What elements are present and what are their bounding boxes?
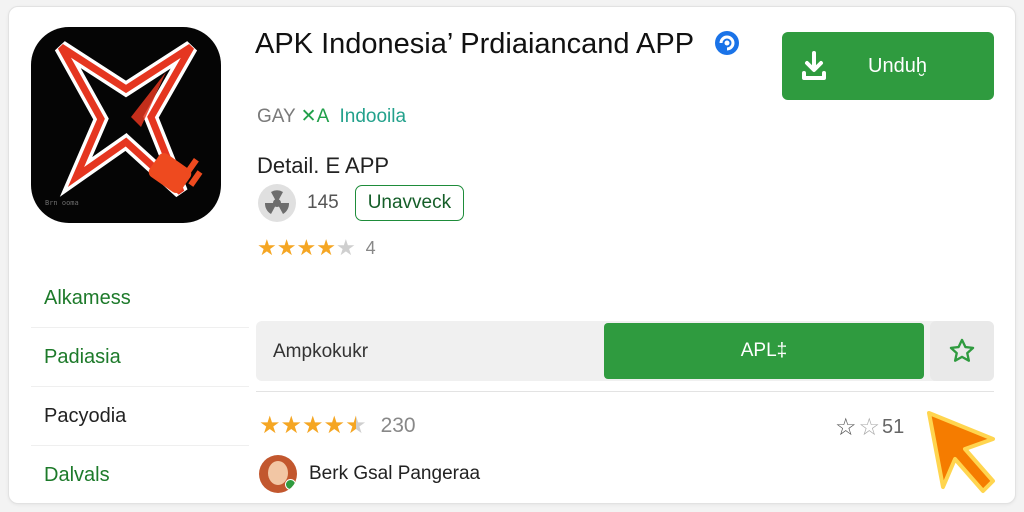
developer-link[interactable]: Indooila: [339, 106, 406, 127]
reviewer-name: Berk Gsal Pangeraa: [309, 463, 481, 484]
star-icon: ★: [323, 412, 346, 439]
sidebar-item-pacyodia[interactable]: Pacyodia: [31, 387, 249, 446]
review-count: 230: [380, 413, 416, 437]
sidebar-item-padiasia[interactable]: Padiasia: [31, 328, 249, 387]
download-button-label: Unduḫ: [868, 54, 927, 77]
star-icon: ★: [257, 235, 277, 260]
app-title: APK Indonesia’ Prdiaiancand APP: [255, 27, 755, 61]
app-logo: Brn ooma: [31, 27, 221, 223]
star-outline-icon[interactable]: ☆: [859, 413, 881, 442]
download-button[interactable]: Unduḫ: [782, 32, 994, 100]
review-rating: ★ ★ ★ ★ ★ 230: [259, 411, 416, 440]
search-input[interactable]: Ampkokukr: [273, 341, 368, 363]
online-dot: [285, 479, 296, 490]
sidebar-item-dalvals[interactable]: Dalvals: [31, 446, 249, 504]
reviewer: Berk Gsal Pangeraa: [259, 455, 480, 493]
star-outline-icon: [949, 338, 975, 362]
sidebar-item-alkamess[interactable]: Alkamess: [31, 269, 249, 328]
avatar[interactable]: [259, 455, 297, 493]
developer-mark: ✕A: [300, 106, 329, 127]
sidebar-nav: Alkamess Padiasia Pacyodia Dalvals: [31, 269, 249, 504]
meta-row: 145 Unavveck: [257, 183, 465, 223]
developer-line: GAY ✕A Indooila: [257, 105, 406, 128]
download-icon: [802, 51, 826, 80]
star-icon: ★: [296, 235, 317, 260]
app-rating: ★ ★ ★ ★ ★ 4: [257, 235, 376, 261]
rating-value: 4: [365, 237, 376, 258]
star-icon: ★: [276, 235, 297, 260]
star-empty-icon: ★: [335, 235, 356, 260]
status-chip[interactable]: Unavveck: [354, 185, 465, 221]
app-title-text: APK Indonesia’ Prdiaiancand APP: [255, 28, 694, 60]
app-detail-label: Detail. E APP: [257, 153, 390, 178]
developer-prefix: GAY: [257, 106, 296, 127]
star-icon: ★: [280, 412, 303, 439]
star-icon: ★: [302, 412, 324, 439]
cursor-icon: [927, 411, 995, 493]
star-outline-icon[interactable]: ☆: [835, 413, 857, 442]
search-bar: Ampkokukr APL‡: [256, 321, 994, 381]
app-detail-card: Brn ooma APK Indonesia’ Prdiaiancand APP…: [8, 6, 1016, 504]
divider: [256, 391, 994, 392]
star-icon: ★: [259, 412, 281, 439]
apl-button[interactable]: APL‡: [604, 323, 924, 379]
verified-icon: [714, 30, 740, 56]
app-logo-caption: Brn ooma: [45, 199, 79, 207]
rate-control[interactable]: ☆ ☆ 51: [835, 413, 904, 442]
favorite-button[interactable]: [930, 321, 994, 381]
star-half-icon: ★: [345, 412, 367, 439]
rate-value: 51: [882, 416, 905, 438]
radiation-icon: [258, 184, 296, 222]
star-icon: ★: [316, 235, 336, 260]
download-count: 145: [307, 192, 339, 213]
